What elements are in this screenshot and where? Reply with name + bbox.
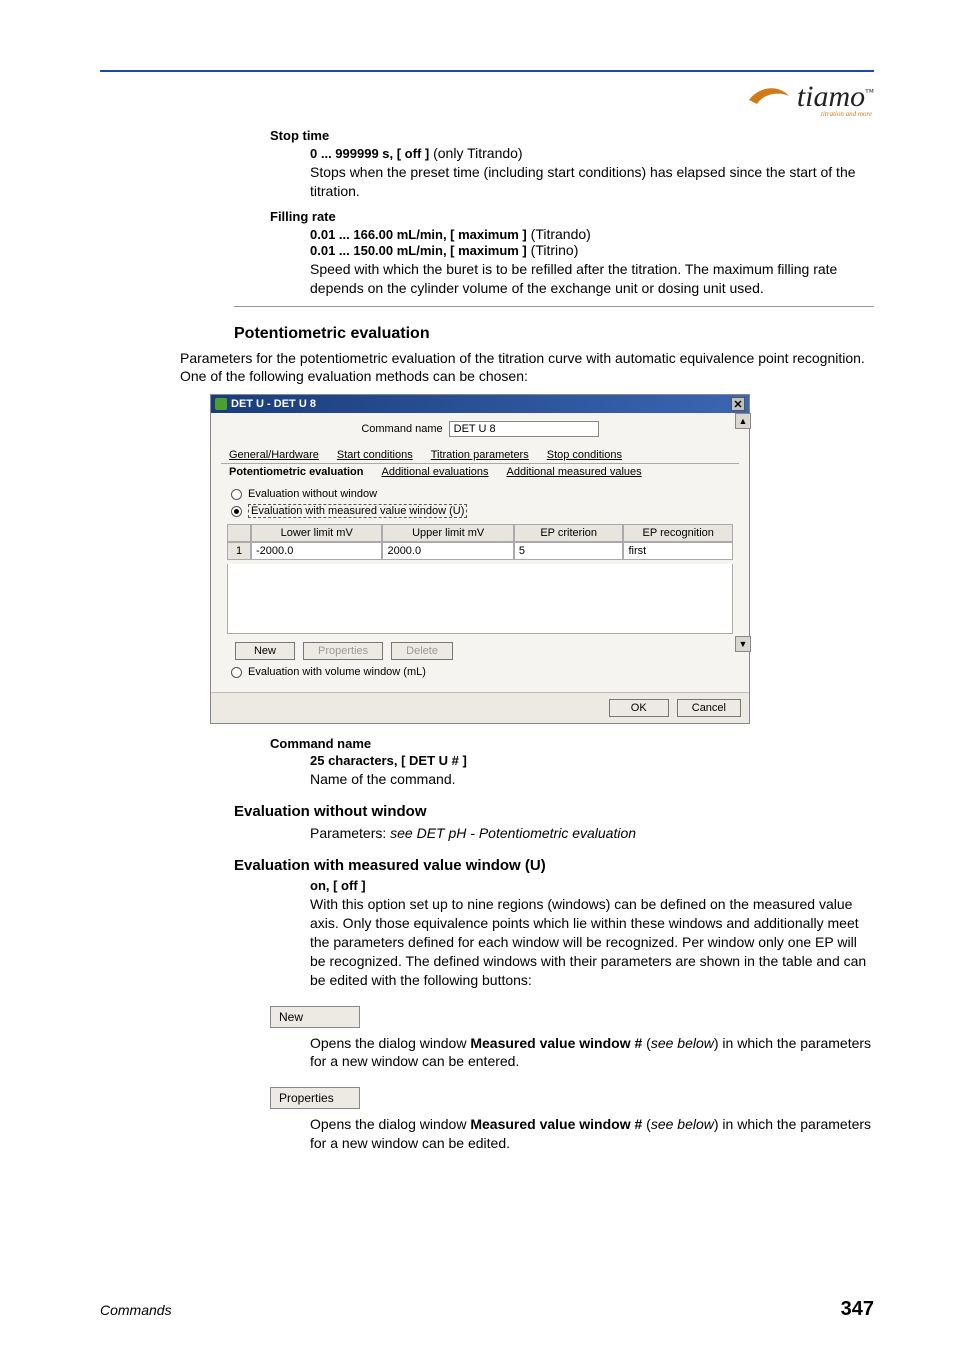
ok-button[interactable]: OK xyxy=(609,699,669,717)
filling-rate-spec1: 0.01 ... 166.00 mL/min, [ maximum ] xyxy=(310,227,527,242)
col-lower: Lower limit mV xyxy=(251,524,382,542)
radio-eval-mv-window[interactable]: Evaluation with measured value window (U… xyxy=(231,504,739,518)
cell-criterion[interactable]: 5 xyxy=(514,542,624,560)
radio-no-window-label: Evaluation without window xyxy=(248,488,377,500)
prop-desc-mid: ( xyxy=(642,1116,651,1132)
cell-recognition[interactable]: first xyxy=(623,542,733,560)
logo-area: tiamo™ titration and more xyxy=(100,80,874,114)
stop-time-spec-note: (only Titrando) xyxy=(429,145,522,161)
col-criterion: EP criterion xyxy=(514,524,624,542)
dialog-icon xyxy=(215,398,227,410)
cell-index[interactable]: 1 xyxy=(227,542,251,560)
sub-eval-mv-window: Evaluation with measured value window (U… xyxy=(234,857,874,874)
tab-additional-measured-values[interactable]: Additional measured values xyxy=(507,466,642,478)
logo-subtitle: titration and more xyxy=(821,110,872,118)
header-rule xyxy=(100,70,874,72)
tab-start-conditions[interactable]: Start conditions xyxy=(337,449,413,461)
logo-word: tiamo xyxy=(797,80,865,113)
prop-desc-bold: Measured value window # xyxy=(470,1116,642,1132)
command-name-input[interactable] xyxy=(449,421,599,437)
stop-time-spec: 0 ... 999999 s, [ off ] xyxy=(310,146,429,161)
stop-time-desc: Stops when the preset time (including st… xyxy=(310,163,874,201)
col-upper: Upper limit mV xyxy=(382,524,513,542)
section-potentiometric-heading: Potentiometric evaluation xyxy=(234,325,874,343)
new-desc-ital: see below xyxy=(651,1035,714,1051)
footer-section: Commands xyxy=(100,1302,172,1318)
section-rule xyxy=(234,306,874,307)
footer-page-number: 347 xyxy=(841,1298,874,1321)
param-filling-rate-label: Filling rate xyxy=(270,209,874,224)
new-button[interactable]: New xyxy=(235,642,295,660)
param-stop-time-label: Stop time xyxy=(270,128,874,143)
col-recognition: EP recognition xyxy=(623,524,733,542)
eval-mv-window-desc: With this option set up to nine regions … xyxy=(310,895,874,989)
new-desc-bold: Measured value window # xyxy=(470,1035,642,1051)
eval-mv-window-spec: on, [ off ] xyxy=(310,878,874,893)
command-name-spec: 25 characters, [ DET U # ] xyxy=(310,753,874,768)
prop-desc-pre: Opens the dialog window xyxy=(310,1116,470,1132)
filling-rate-spec2: 0.01 ... 150.00 mL/min, [ maximum ] xyxy=(310,243,527,258)
logo-tm: ™ xyxy=(865,87,874,97)
properties-button-desc: Opens the dialog window Measured value w… xyxy=(310,1115,874,1153)
scroll-up-icon[interactable]: ▲ xyxy=(735,413,751,429)
radio-eval-without-window[interactable]: Evaluation without window xyxy=(231,488,739,500)
command-name-desc: Name of the command. xyxy=(310,770,874,789)
logo-text: tiamo™ titration and more xyxy=(797,80,874,114)
radio-icon xyxy=(231,667,242,678)
command-name-label: Command name xyxy=(361,423,442,435)
filling-rate-spec1-note: (Titrando) xyxy=(527,226,591,242)
radio-mv-window-label: Evaluation with measured value window (U… xyxy=(248,504,467,518)
prop-desc-ital: see below xyxy=(651,1116,714,1132)
close-icon[interactable]: ✕ xyxy=(731,397,745,411)
delete-button: Delete xyxy=(391,642,453,660)
sub-eval-without-window: Evaluation without window xyxy=(234,803,874,820)
col-index xyxy=(227,524,251,542)
new-desc-pre: Opens the dialog window xyxy=(310,1035,470,1051)
new-button-image: New xyxy=(270,1006,360,1028)
tab-general-hardware[interactable]: General/Hardware xyxy=(229,449,319,461)
new-button-desc: Opens the dialog window Measured value w… xyxy=(310,1034,874,1072)
eval-no-window-desc: Parameters: see DET pH - Potentiometric … xyxy=(310,824,874,843)
radio-icon xyxy=(231,489,242,500)
tab-stop-conditions[interactable]: Stop conditions xyxy=(547,449,622,461)
dialog-title: DET U - DET U 8 xyxy=(231,398,316,410)
new-desc-mid: ( xyxy=(642,1035,651,1051)
logo-swoosh-icon xyxy=(747,82,791,112)
dialog-window: DET U - DET U 8 ✕ ▲ ▼ Command name Gener… xyxy=(210,394,750,724)
radio-eval-volume-window[interactable]: Evaluation with volume window (mL) xyxy=(231,666,739,678)
properties-button-image: Properties xyxy=(270,1087,360,1109)
windows-table: Lower limit mV Upper limit mV EP criteri… xyxy=(227,524,733,560)
eval-no-window-pre: Parameters: xyxy=(310,825,390,841)
radio-icon xyxy=(231,506,242,517)
radio-vol-window-label: Evaluation with volume window (mL) xyxy=(248,666,426,678)
cell-upper[interactable]: 2000.0 xyxy=(382,542,513,560)
tab-additional-evaluations[interactable]: Additional evaluations xyxy=(381,466,488,478)
command-name-heading: Command name xyxy=(270,736,874,751)
table-empty-area xyxy=(227,564,733,634)
cell-lower[interactable]: -2000.0 xyxy=(251,542,382,560)
scroll-down-icon[interactable]: ▼ xyxy=(735,636,751,652)
tab-potentiometric-evaluation[interactable]: Potentiometric evaluation xyxy=(229,466,363,478)
cancel-button[interactable]: Cancel xyxy=(677,699,741,717)
tab-titration-parameters[interactable]: Titration parameters xyxy=(431,449,529,461)
properties-button: Properties xyxy=(303,642,383,660)
filling-rate-spec2-note: (Titrino) xyxy=(527,242,579,258)
eval-no-window-ref: see DET pH - Potentiometric evaluation xyxy=(390,825,636,841)
filling-rate-desc: Speed with which the buret is to be refi… xyxy=(310,260,874,298)
potentiometric-intro: Parameters for the potentiometric evalua… xyxy=(180,349,874,387)
